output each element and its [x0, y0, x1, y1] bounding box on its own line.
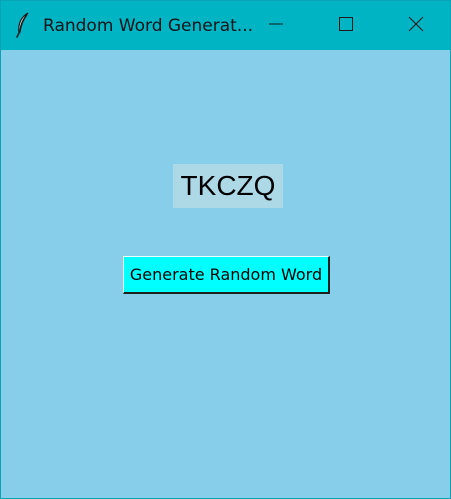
maximize-button[interactable] [323, 1, 369, 50]
close-button[interactable] [393, 1, 439, 50]
generate-random-word-button[interactable]: Generate Random Word [123, 256, 330, 294]
window-title: Random Word Generat... [43, 16, 254, 36]
minimize-icon [268, 16, 284, 36]
close-icon [408, 16, 424, 36]
random-word-label: TKCZQ [173, 164, 283, 208]
minimize-button[interactable] [253, 1, 299, 50]
title-bar[interactable]: Random Word Generat... [1, 1, 450, 50]
feather-icon [15, 12, 31, 38]
app-window: Random Word Generat... TKCZQ Generate Ra… [0, 0, 451, 499]
main-content: TKCZQ Generate Random Word [1, 50, 450, 498]
maximize-icon [338, 16, 354, 36]
